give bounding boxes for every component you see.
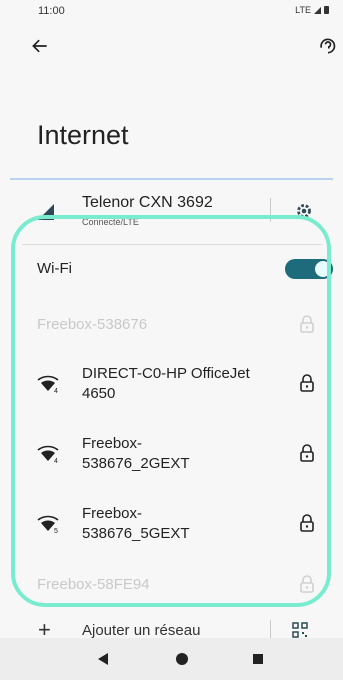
lock-icon: [300, 514, 314, 532]
navigation-bar: [0, 638, 343, 680]
wifi-signal-icon: 5: [37, 515, 59, 534]
wifi-signal-icon: 4: [37, 375, 59, 394]
page-title: Internet: [37, 120, 129, 150]
toggle-thumb: [315, 261, 331, 277]
network-type: LTE: [295, 5, 311, 15]
wifi-signal-icon: 4: [37, 445, 59, 464]
help-icon[interactable]: [318, 36, 338, 56]
lock-icon: [300, 575, 314, 593]
mobile-network-status: Connecté/LTE: [82, 217, 139, 227]
status-indicators: LTE: [295, 5, 329, 15]
wifi-network-name: Freebox-58FE94: [37, 576, 150, 593]
header-divider: [10, 178, 333, 180]
vertical-divider: [270, 198, 271, 222]
cell-signal-icon: [38, 204, 54, 220]
wifi-network-item[interactable]: Freebox-538676: [0, 313, 343, 335]
wifi-toggle[interactable]: [285, 257, 337, 281]
wifi-network-item[interactable]: 4 DIRECT-C0-HP OfficeJet 4650: [0, 362, 343, 406]
wifi-network-name: Freebox-538676_5GEXT: [82, 505, 190, 542]
wifi-network-item[interactable]: Freebox-58FE94: [0, 575, 343, 597]
section-divider: [22, 244, 322, 245]
wifi-network-item[interactable]: 5 Freebox-538676_5GEXT: [0, 502, 343, 546]
lock-icon: [300, 315, 314, 333]
status-time: 11:00: [38, 5, 65, 17]
back-arrow-icon[interactable]: [30, 36, 50, 56]
qr-code-icon[interactable]: [292, 622, 308, 638]
wifi-network-name: DIRECT-C0-HP OfficeJet 4650: [82, 365, 250, 402]
gear-icon[interactable]: [293, 200, 315, 222]
svg-text:4: 4: [54, 388, 58, 394]
wifi-network-item[interactable]: 4 Freebox-538676_2GEXT: [0, 432, 343, 476]
nav-recents-icon[interactable]: [253, 654, 263, 664]
wifi-network-name: Freebox-538676: [37, 316, 148, 333]
svg-text:5: 5: [54, 528, 58, 534]
battery-icon: [324, 6, 329, 14]
mobile-network-row[interactable]: Telenor CXN 3692 Connecté/LTE: [0, 190, 343, 240]
add-network-row[interactable]: + Ajouter un réseau: [0, 617, 343, 642]
wifi-label: Wi-Fi: [37, 260, 72, 277]
status-bar: 11:00 LTE: [0, 0, 343, 22]
mobile-network-name: Telenor CXN 3692: [82, 194, 213, 211]
wifi-network-name: Freebox-538676_2GEXT: [82, 435, 190, 472]
add-network-label: Ajouter un réseau: [82, 622, 201, 639]
svg-text:4: 4: [54, 458, 58, 464]
lock-icon: [300, 374, 314, 392]
nav-home-icon[interactable]: [176, 653, 188, 665]
signal-icon: [314, 6, 321, 14]
lock-icon: [300, 444, 314, 462]
vertical-divider: [270, 620, 271, 640]
nav-back-icon[interactable]: [98, 653, 108, 665]
